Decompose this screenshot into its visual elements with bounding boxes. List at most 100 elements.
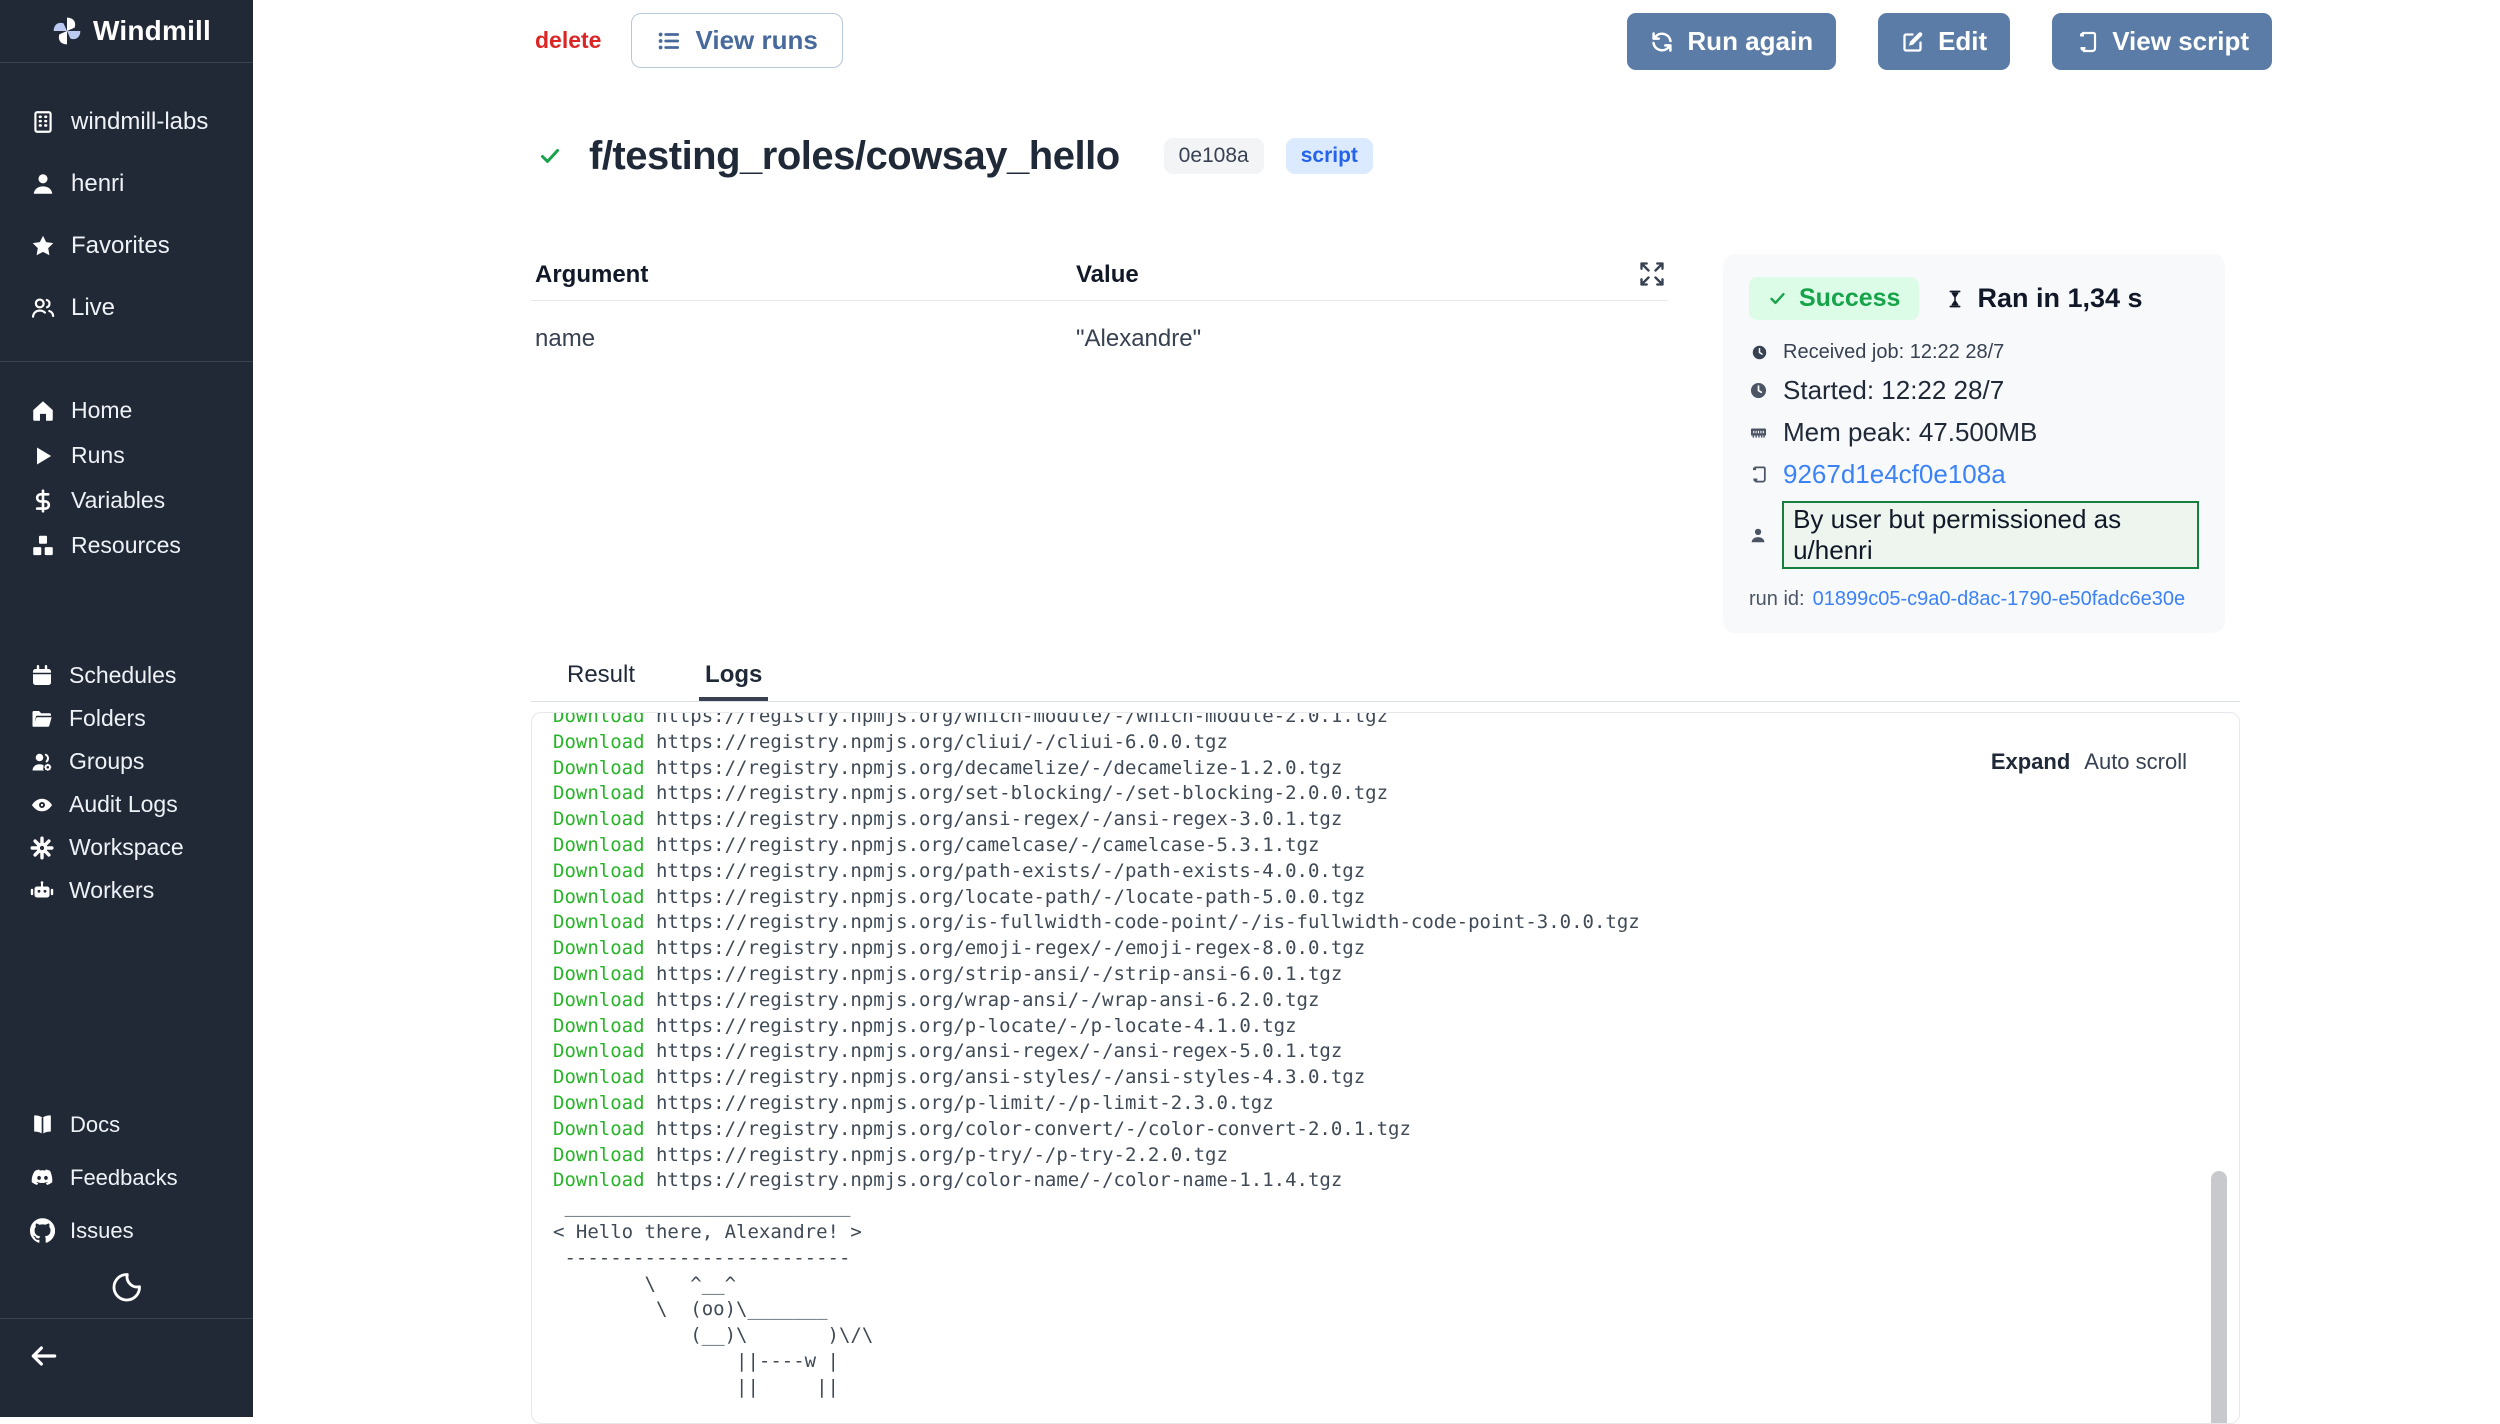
log-line: Download https://registry.npmjs.org/ansi… [553, 1039, 2239, 1065]
sidebar-item-live[interactable]: Live [0, 277, 253, 339]
job-hash-link[interactable]: 9267d1e4cf0e108a [1783, 459, 2006, 490]
list-icon [656, 28, 682, 54]
cowsay-line: ------------------------- [553, 1246, 2239, 1272]
sidebar-item-runs[interactable]: Runs [0, 433, 253, 478]
sidebar-footer [0, 1318, 253, 1393]
sidebar-workspace-section: windmill-labs henri Favorites Live [0, 63, 253, 362]
hourglass-icon [1945, 289, 1965, 309]
clock-icon [1749, 381, 1768, 400]
scroll-icon [2075, 30, 2099, 54]
dark-mode-toggle[interactable] [110, 1270, 144, 1304]
mem-peak-row: Mem peak: 47.500MB [1749, 417, 2199, 448]
sidebar-item-resources[interactable]: Resources [0, 523, 253, 568]
cowsay-line: < Hello there, Alexandre! > [553, 1220, 2239, 1246]
log-line: Download https://registry.npmjs.org/p-tr… [553, 1143, 2239, 1169]
page-title: f/testing_roles/cowsay_hello [589, 134, 1120, 179]
edit-pencil-icon [1901, 30, 1925, 54]
sidebar-item-docs[interactable]: Docs [0, 1098, 253, 1151]
sidebar-item-variables[interactable]: Variables [0, 478, 253, 523]
view-runs-label: View runs [695, 25, 817, 56]
delete-button[interactable]: delete [535, 27, 601, 54]
sidebar-item-label: Folders [69, 705, 146, 732]
log-line: Download https://registry.npmjs.org/ansi… [553, 1065, 2239, 1091]
sidebar-item-groups[interactable]: Groups [0, 740, 253, 783]
sidebar-item-label: windmill-labs [71, 108, 208, 136]
home-icon [30, 398, 56, 424]
sidebar-item-audit-logs[interactable]: Audit Logs [0, 783, 253, 826]
expand-arguments-button[interactable] [1638, 260, 1666, 288]
title-row: f/testing_roles/cowsay_hello 0e108a scri… [538, 130, 1373, 182]
success-check-icon [538, 144, 562, 168]
users-icon [30, 295, 56, 321]
sidebar-item-label: Groups [69, 748, 144, 775]
sidebar-item-feedbacks[interactable]: Feedbacks [0, 1151, 253, 1204]
scroll-icon [1749, 465, 1768, 484]
dollar-icon [30, 488, 56, 514]
moon-icon [110, 1291, 144, 1308]
run-again-button[interactable]: Run again [1627, 13, 1836, 70]
log-line: Download https://registry.npmjs.org/path… [553, 859, 2239, 885]
log-line: Download https://registry.npmjs.org/set-… [553, 781, 2239, 807]
sidebar-item-label: Favorites [71, 232, 170, 260]
github-icon [30, 1218, 55, 1243]
tab-logs[interactable]: Logs [699, 661, 768, 701]
autoscroll-toggle[interactable]: Auto scroll [2084, 749, 2187, 775]
permission-label: By user but permissioned as u/henri [1782, 501, 2199, 569]
log-panel: Expand Auto scroll Download https://regi… [531, 712, 2240, 1424]
run-id-link[interactable]: 01899c05-c9a0-d8ac-1790-e50fadc6e30e [1813, 588, 2186, 611]
log-tools: Expand Auto scroll [1983, 749, 2187, 775]
sidebar-item-henri[interactable]: henri [0, 153, 253, 215]
column-value: Value [1076, 261, 1139, 289]
hash-badge: 0e108a [1164, 138, 1264, 174]
tab-result[interactable]: Result [561, 661, 641, 701]
cowsay-line: _________________________ [553, 1194, 2239, 1220]
edit-label: Edit [1938, 26, 1987, 57]
cowsay-line: (__)\ )\/\ [553, 1323, 2239, 1349]
check-icon [1768, 289, 1787, 308]
sidebar-item-label: Schedules [69, 662, 176, 689]
log-line: Download https://registry.npmjs.org/stri… [553, 962, 2239, 988]
expand-logs-button[interactable]: Expand [1991, 749, 2070, 775]
cowsay-line: \ ^__^ [553, 1272, 2239, 1298]
play-icon [30, 443, 56, 469]
column-argument: Argument [531, 261, 1076, 289]
edit-button[interactable]: Edit [1878, 13, 2010, 70]
log-line: Download https://registry.npmjs.org/loca… [553, 885, 2239, 911]
sidebar-item-label: Live [71, 294, 115, 322]
log-scrollbar-thumb[interactable] [2211, 1171, 2227, 1424]
sidebar-item-schedules[interactable]: Schedules [0, 654, 253, 697]
collapse-sidebar-button[interactable] [28, 1340, 60, 1372]
view-script-label: View script [2112, 26, 2249, 57]
robot-icon [30, 879, 54, 903]
view-runs-button[interactable]: View runs [631, 13, 842, 68]
received-row: Received job: 12:22 28/7 [1749, 341, 2199, 364]
argument-value: "Alexandre" [1076, 325, 1201, 353]
sidebar-nav-section: Home Runs Variables Resources [0, 362, 253, 568]
refresh-icon [1650, 30, 1674, 54]
argument-row: name"Alexandre" [531, 301, 1668, 353]
sidebar-item-favorites[interactable]: Favorites [0, 215, 253, 277]
arguments-table-body: name"Alexandre" [531, 301, 1668, 353]
script-type-badge: script [1286, 138, 1373, 174]
discord-icon [30, 1165, 55, 1190]
sidebar-item-workers[interactable]: Workers [0, 869, 253, 912]
run-id-row: run id: 01899c05-c9a0-d8ac-1790-e50fadc6… [1749, 588, 2199, 611]
sidebar-item-windmill-labs[interactable]: windmill-labs [0, 91, 253, 153]
star-icon [30, 233, 56, 259]
eye-icon [30, 793, 54, 817]
sidebar-item-label: henri [71, 170, 124, 198]
sidebar-item-issues[interactable]: Issues [0, 1204, 253, 1257]
view-script-button[interactable]: View script [2052, 13, 2272, 70]
expand-icon [1638, 275, 1666, 292]
sidebar-item-workspace[interactable]: Workspace [0, 826, 253, 869]
log-line: Download https://registry.npmjs.org/colo… [553, 1117, 2239, 1143]
sidebar-item-label: Runs [71, 442, 125, 469]
sidebar-item-label: Variables [71, 487, 165, 514]
run-id-label: run id: [1749, 588, 1805, 611]
cowsay-line: ||----w | [553, 1349, 2239, 1375]
sidebar-item-label: Audit Logs [69, 791, 178, 818]
sidebar-item-folders[interactable]: Folders [0, 697, 253, 740]
windmill-logo[interactable]: Windmill [0, 0, 253, 63]
boxes-icon [30, 533, 56, 559]
sidebar-item-home[interactable]: Home [0, 388, 253, 433]
